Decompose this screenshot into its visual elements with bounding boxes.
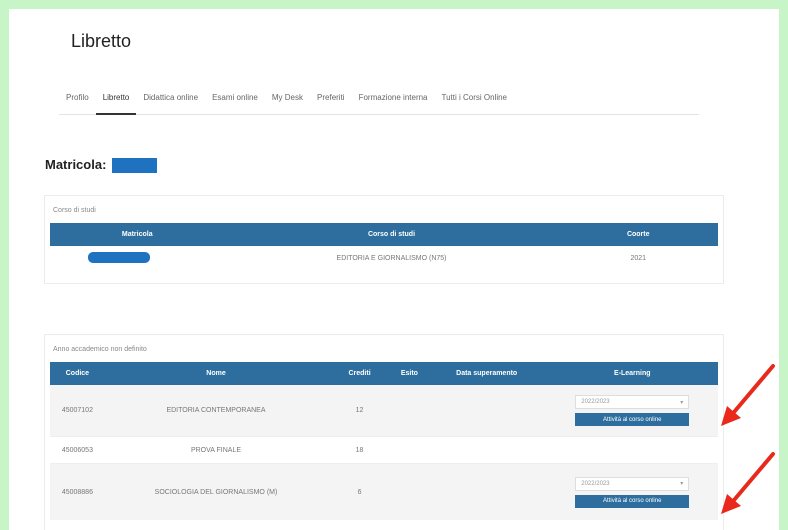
redacted-value: [88, 251, 150, 263]
anno-accademico-card: Anno accademico non definito Codice Nome…: [44, 334, 724, 530]
crediti-cell: 18: [355, 446, 364, 454]
matricola-cell: [50, 251, 225, 265]
select-arrow-icon: ▾: [680, 481, 684, 487]
tab-esami-online[interactable]: Esami online: [205, 85, 265, 115]
col-e-learning: E-Learning: [613, 370, 651, 377]
anno-select-value: 2022/2023: [581, 399, 610, 405]
anno-select-value: 2022/2023: [581, 480, 610, 487]
col-codice: Codice: [65, 370, 90, 377]
matricola-label: Matricola:: [45, 157, 107, 172]
table-row: EDITORIA E GIORNALISMO (N75) 2021: [50, 246, 718, 270]
col-corso-di-studi: Corso di studi: [367, 231, 416, 238]
tab-preferiti[interactable]: Preferiti: [310, 85, 352, 115]
col-nome: Nome: [206, 370, 226, 377]
nome-cell: EDITORIA CONTEMPORANEA: [166, 407, 266, 414]
nav-tabs: Profilo Libretto Didattica online Esami …: [59, 85, 699, 115]
col-matricola: Matricola: [121, 231, 153, 238]
nome-cell: SOCIOLOGIA DEL GIORNALISMO (M): [154, 488, 278, 496]
col-data-superamento: Data superamento: [456, 370, 518, 377]
red-arrow-icon: [721, 452, 775, 514]
libretto-page: Libretto Profilo Libretto Didattica onli…: [9, 9, 779, 530]
select-arrow-icon: ▾: [680, 399, 684, 406]
matricola-heading: Matricola:: [45, 157, 158, 174]
corso-cell: EDITORIA E GIORNALISMO (N75): [336, 254, 447, 262]
table-row: 45006053 PROVA FINALE 18: [50, 437, 718, 464]
codice-cell: 45006053: [61, 446, 93, 454]
attivita-corso-online-button[interactable]: Attività al corso online: [575, 413, 690, 426]
codice-cell: 45007102: [61, 407, 93, 414]
table-row: 45007102 EDITORIA CONTEMPORANEA 12 2022/…: [50, 385, 718, 437]
anno-select[interactable]: 2022/2023 ▾: [575, 395, 690, 409]
table-row: 45008886 SOCIOLOGIA DEL GIORNALISMO (M) …: [50, 464, 718, 520]
col-crediti: Crediti: [348, 370, 371, 377]
anno-card-title: Anno accademico non definito: [53, 346, 147, 353]
tab-didattica-online[interactable]: Didattica online: [136, 85, 205, 115]
crediti-cell: 12: [355, 407, 364, 414]
e-learning-cell: 2022/2023 ▾ Attività al corso online: [547, 395, 718, 426]
crediti-cell: 6: [357, 488, 362, 496]
matricola-redacted: [112, 158, 158, 174]
coorte-cell: 2021: [630, 254, 647, 262]
col-esito: Esito: [400, 370, 418, 377]
corso-di-studi-card: Corso di studi Matricola Corso di studi …: [44, 195, 724, 284]
esami-table-header: Codice Nome Crediti Esito Data superamen…: [50, 362, 718, 385]
attivita-corso-online-button[interactable]: Attività al corso online: [575, 494, 690, 508]
anno-select[interactable]: 2022/2023 ▾: [575, 476, 690, 491]
tab-libretto[interactable]: Libretto: [95, 85, 137, 115]
tab-profilo[interactable]: Profilo: [59, 85, 96, 115]
codice-cell: 45008886: [61, 488, 93, 496]
page-title: Libretto: [71, 31, 132, 51]
col-coorte: Coorte: [626, 231, 650, 238]
nome-cell: PROVA FINALE: [190, 446, 242, 454]
corso-table-header: Matricola Corso di studi Coorte: [50, 223, 718, 246]
red-arrow-icon: [721, 364, 775, 426]
corso-card-title: Corso di studi: [53, 207, 96, 214]
tab-tutti-corsi-online[interactable]: Tutti i Corsi Online: [435, 85, 515, 115]
e-learning-cell: 2022/2023 ▾ Attività al corso online: [547, 476, 718, 508]
tab-my-desk[interactable]: My Desk: [265, 85, 310, 115]
tab-formazione-interna[interactable]: Formazione interna: [352, 85, 435, 115]
